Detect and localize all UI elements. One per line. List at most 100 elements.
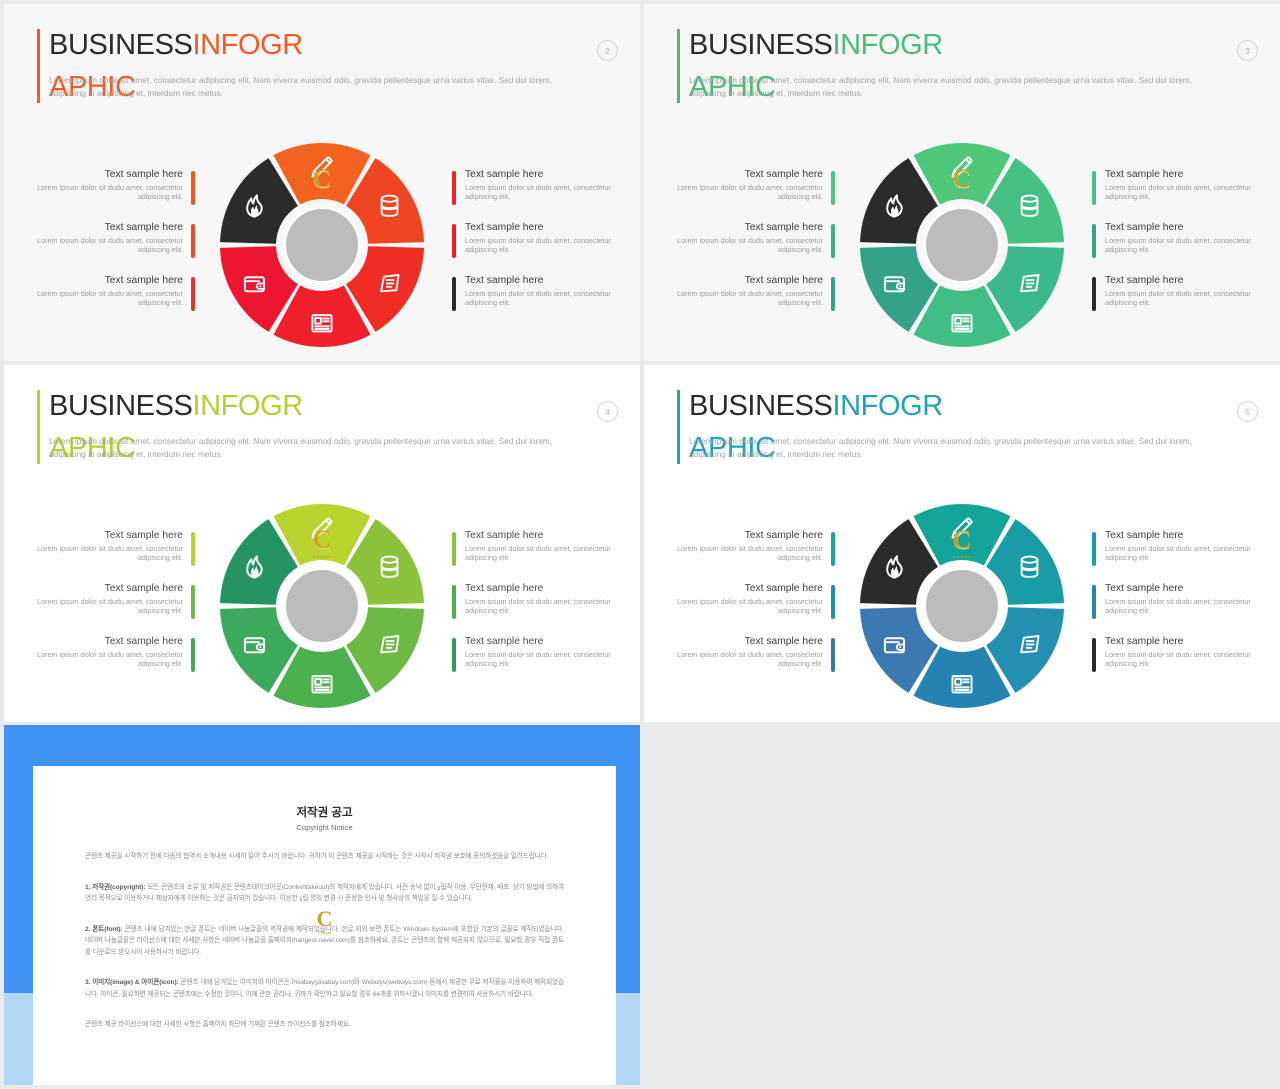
slide-panel-2[interactable]: BUSINESSINFOGR APHIC Lorem ipsum dolor s… <box>644 4 1280 361</box>
document-intro-paragraph: 콘텐츠 제공을 시작하기 전에 다음의 협약서 소개내용 시세히 읽어 주시기 … <box>85 853 549 860</box>
item-heading: Text sample here <box>744 583 823 594</box>
title-word-infogr: INFOGR <box>192 390 303 422</box>
item-description: Lorem ipsum dolor sit dudu amet, consect… <box>1105 543 1251 563</box>
title-word-infogr: INFOGR <box>832 390 943 422</box>
item-description: Lorem ipsum dolor sit dudu amet, consect… <box>1105 596 1251 616</box>
list-item[interactable]: Text sample here Lorem ipsum dolor sit du… <box>669 274 835 327</box>
item-accent-bar <box>191 171 195 205</box>
list-item[interactable]: Text sample here Lorem ipsum dolor sit du… <box>29 221 195 274</box>
left-text-column: Text sample here Lorem ipsum dolor sit du… <box>29 529 195 688</box>
list-item[interactable]: Text sample here Lorem ipsum dolor sit du… <box>1092 168 1258 221</box>
title-accent-bar <box>37 29 40 103</box>
document-footer-paragraph: 콘텐츠 제공 라이선스에 대한 사세한 사항은 홈페이지 하단에 기재된 콘텐츠… <box>85 1021 351 1028</box>
item-description: Lorem ipsum dolor sit dudu amet, consect… <box>677 596 823 616</box>
title-accent-bar <box>37 390 40 464</box>
item-accent-bar <box>452 638 456 672</box>
item-accent-bar <box>1092 532 1096 566</box>
list-item[interactable]: Text sample here Lorem ipsum dolor sit du… <box>452 635 618 688</box>
slide-panel-4[interactable]: BUSINESSINFOGR APHIC Lorem ipsum dolor s… <box>644 365 1280 722</box>
donut-center-hub <box>923 206 1001 284</box>
item-heading: Text sample here <box>104 222 183 233</box>
section-body: 모든 콘텐츠의 소유 및 저작권은 콘텐츠테이크아웃(Contenttakeou… <box>85 883 564 903</box>
item-accent-bar <box>1092 585 1096 619</box>
item-description: Lorem ipsum dolor sit dudu amet, consect… <box>1105 288 1251 308</box>
page-subtitle: Lorem ipsum dolor sit amet, consectetur … <box>689 436 1193 459</box>
right-text-column: Text sample here Lorem ipsum dolor sit du… <box>1092 529 1258 688</box>
item-heading: Text sample here <box>744 636 823 647</box>
item-heading: Text sample here <box>465 636 544 647</box>
copyright-document-frame[interactable]: 저작권 공고 Copyright Notice 콘텐츠 제공을 시작하기 전에 … <box>4 725 640 1085</box>
item-description: Lorem ipsum dolor sit dudu amet, consect… <box>465 182 611 202</box>
list-item[interactable]: Text sample here Lorem ipsum dolor sit du… <box>452 582 618 635</box>
item-description: Lorem ipsum dolor sit dudu amet, consect… <box>465 543 611 563</box>
slide-panel-3[interactable]: BUSINESSINFOGR APHIC Lorem ipsum dolor s… <box>4 365 640 722</box>
list-item[interactable]: Text sample here Lorem ipsum dolor sit du… <box>29 635 195 688</box>
page-subtitle: Lorem ipsum dolor sit amet, consectetur … <box>689 75 1193 98</box>
list-item[interactable]: Text sample here Lorem ipsum dolor sit du… <box>29 582 195 635</box>
list-item[interactable]: Text sample here Lorem ipsum dolor sit du… <box>452 274 618 327</box>
list-item[interactable]: Text sample here Lorem ipsum dolor sit du… <box>452 221 618 274</box>
item-accent-bar <box>831 638 835 672</box>
item-description: Lorem ipsum dolor sit dudu amet, consect… <box>37 649 183 669</box>
document-section-3: 3. 이미지(image) & 아이콘(icon): 콘텐츠 내에 담겨있는 이… <box>85 977 564 1000</box>
page-number-badge: 3 <box>1237 40 1258 61</box>
item-description: Lorem ipsum dolor sit dudu amet, consect… <box>37 596 183 616</box>
list-item[interactable]: Text sample here Lorem ipsum dolor sit du… <box>669 582 835 635</box>
page-number-badge: 4 <box>597 401 618 422</box>
segmented-donut-chart[interactable]: C Copyright <box>857 501 1067 711</box>
item-heading: Text sample here <box>744 222 823 233</box>
slide-panel-1[interactable]: BUSINESSINFOGR APHIC Lorem ipsum dolor s… <box>4 4 640 361</box>
item-accent-bar <box>452 532 456 566</box>
item-heading: Text sample here <box>744 169 823 180</box>
list-item[interactable]: Text sample here Lorem ipsum dolor sit du… <box>1092 221 1258 274</box>
item-accent-bar <box>191 224 195 258</box>
item-accent-bar <box>191 532 195 566</box>
page-number-badge: 5 <box>1237 401 1258 422</box>
item-accent-bar <box>452 277 456 311</box>
item-accent-bar <box>831 585 835 619</box>
left-text-column: Text sample here Lorem ipsum dolor sit du… <box>29 168 195 327</box>
list-item[interactable]: Text sample here Lorem ipsum dolor sit du… <box>669 221 835 274</box>
section-label: 1. 저작권(copyright): <box>85 883 146 891</box>
item-accent-bar <box>1092 638 1096 672</box>
list-item[interactable]: Text sample here Lorem ipsum dolor sit du… <box>669 168 835 221</box>
list-item[interactable]: Text sample here Lorem ipsum dolor sit du… <box>1092 582 1258 635</box>
title-word-infogr: INFOGR <box>192 29 303 61</box>
item-description: Lorem ipsum dolor sit dudu amet, consect… <box>37 543 183 563</box>
right-text-column: Text sample here Lorem ipsum dolor sit du… <box>452 529 618 688</box>
list-item[interactable]: Text sample here Lorem ipsum dolor sit du… <box>452 168 618 221</box>
slide-deck-canvas: BUSINESSINFOGR APHIC Lorem ipsum dolor s… <box>0 0 1280 1089</box>
list-item[interactable]: Text sample here Lorem ipsum dolor sit du… <box>1092 635 1258 688</box>
list-item[interactable]: Text sample here Lorem ipsum dolor sit du… <box>452 529 618 582</box>
list-item[interactable]: Text sample here Lorem ipsum dolor sit du… <box>29 168 195 221</box>
item-heading: Text sample here <box>104 636 183 647</box>
item-accent-bar <box>191 277 195 311</box>
left-text-column: Text sample here Lorem ipsum dolor sit du… <box>669 168 835 327</box>
slide-header: BUSINESSINFOGR APHIC Lorem ipsum dolor s… <box>37 24 620 108</box>
list-item[interactable]: Text sample here Lorem ipsum dolor sit du… <box>29 274 195 327</box>
document-title-ko: 저작권 공고 <box>296 807 353 819</box>
list-item[interactable]: Text sample here Lorem ipsum dolor sit du… <box>669 635 835 688</box>
item-heading: Text sample here <box>744 275 823 286</box>
item-heading: Text sample here <box>1105 530 1184 541</box>
segmented-donut-chart[interactable]: C Copyright <box>857 140 1067 350</box>
item-description: Lorem ipsum dolor sit dudu amet, consect… <box>1105 235 1251 255</box>
segmented-donut-chart[interactable]: C Copyright <box>217 140 427 350</box>
page-subtitle: Lorem ipsum dolor sit amet, consectetur … <box>49 75 553 98</box>
item-description: Lorem ipsum dolor sit dudu amet, consect… <box>677 543 823 563</box>
list-item[interactable]: Text sample here Lorem ipsum dolor sit du… <box>1092 274 1258 327</box>
title-word-business: BUSINESS <box>49 390 193 422</box>
copyright-watermark-logo: C Copyright <box>311 906 339 940</box>
list-item[interactable]: Text sample here Lorem ipsum dolor sit du… <box>1092 529 1258 582</box>
slide-header: BUSINESSINFOGR APHIC Lorem ipsum dolor s… <box>677 385 1260 469</box>
item-description: Lorem ipsum dolor sit dudu amet, consect… <box>37 235 183 255</box>
title-word-business: BUSINESS <box>689 390 833 422</box>
item-description: Lorem ipsum dolor sit dudu amet, consect… <box>465 288 611 308</box>
watermark-letter: C <box>316 906 333 931</box>
item-description: Lorem ipsum dolor sit dudu amet, consect… <box>37 182 183 202</box>
list-item[interactable]: Text sample here Lorem ipsum dolor sit du… <box>669 529 835 582</box>
item-heading: Text sample here <box>744 530 823 541</box>
list-item[interactable]: Text sample here Lorem ipsum dolor sit du… <box>29 529 195 582</box>
segmented-donut-chart[interactable]: C Copyright <box>217 501 427 711</box>
page-number-badge: 2 <box>597 40 618 61</box>
